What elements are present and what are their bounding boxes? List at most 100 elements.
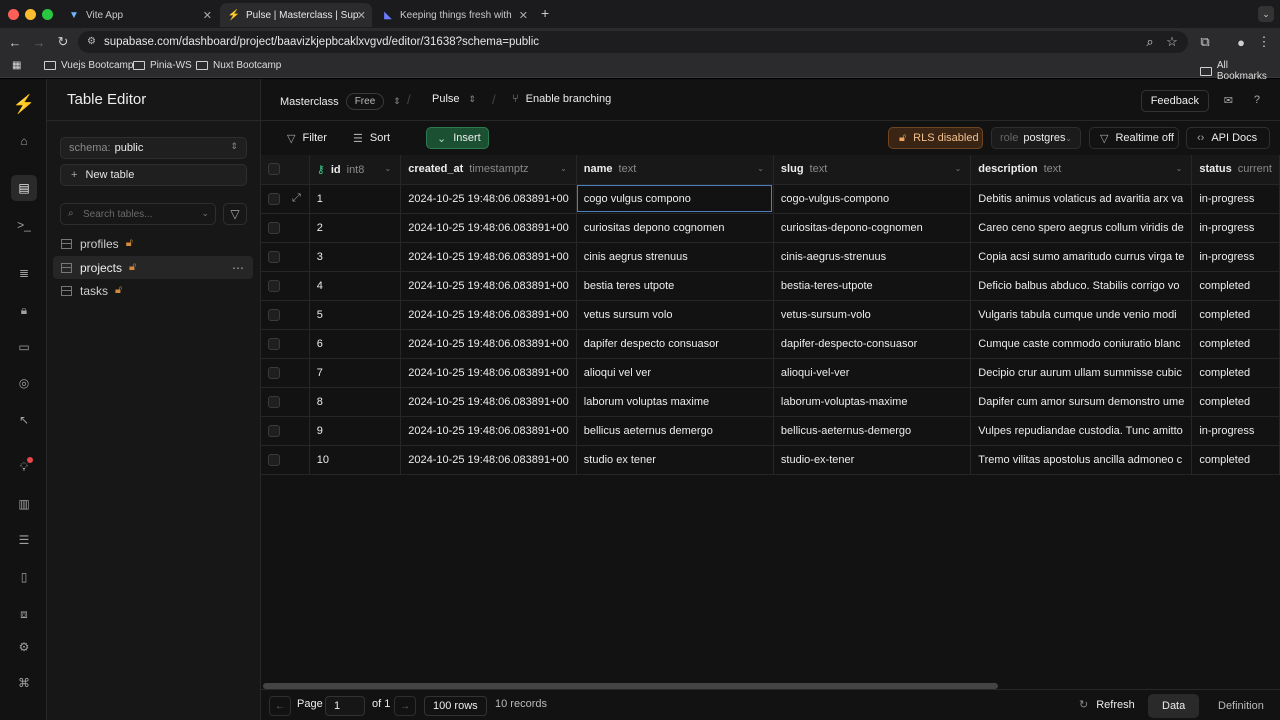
- bookmark-vuejs-bootcamp[interactable]: Vuejs Bootcamp: [44, 60, 133, 71]
- table-row[interactable]: 7 2024-10-25 19:48:06.083891+00 alioqui ve…: [261, 358, 1280, 388]
- table-row[interactable]: 6 2024-10-25 19:48:06.083891+00 dapifer de…: [261, 329, 1280, 359]
- grid-cell-id[interactable]: 8: [309, 387, 402, 417]
- grid-cell-status[interactable]: in-progress: [1191, 213, 1280, 243]
- grid-cell-status[interactable]: completed: [1191, 387, 1280, 417]
- grid-cell-status[interactable]: completed: [1191, 271, 1280, 301]
- column-header-created-at[interactable]: created_at timestamptz ⌄: [400, 155, 577, 185]
- grid-cell-description[interactable]: Decipio crur aurum ullam summisse cubic: [970, 358, 1193, 388]
- grid-cell-status[interactable]: in-progress: [1191, 242, 1280, 272]
- new-tab-plus-icon[interactable]: +: [541, 5, 549, 21]
- column-header-description[interactable]: description text ⌄: [970, 155, 1193, 185]
- close-icon[interactable]: ✕: [357, 9, 366, 22]
- grid-cell-created-at[interactable]: 2024-10-25 19:48:06.083891+00: [400, 213, 577, 243]
- close-window-button[interactable]: [8, 9, 19, 20]
- column-header-name[interactable]: name text ⌄: [576, 155, 774, 185]
- column-header-id[interactable]: ⚷ id int8 ⌄: [309, 155, 402, 185]
- row-checkbox[interactable]: [268, 279, 280, 292]
- address-bar[interactable]: ⚙ supabase.com/dashboard/project/baavizk…: [78, 31, 1188, 53]
- realtime-icon[interactable]: ◎: [11, 370, 37, 396]
- close-icon[interactable]: ✕: [519, 9, 528, 22]
- grid-cell-description[interactable]: Debitis animus volaticus ad avaritia arx…: [970, 184, 1193, 214]
- grid-cell-status[interactable]: completed: [1191, 329, 1280, 359]
- next-page-button[interactable]: →: [394, 696, 416, 716]
- chevron-down-icon[interactable]: ⌄: [757, 164, 764, 173]
- row-checkbox[interactable]: [268, 395, 280, 408]
- api-docs-file-icon[interactable]: ▯: [11, 564, 37, 590]
- grid-cell-status[interactable]: completed: [1191, 300, 1280, 330]
- apps-grid-icon[interactable]: ▦: [12, 60, 21, 71]
- column-header-slug[interactable]: slug text ⌄: [773, 155, 972, 185]
- grid-cell-id[interactable]: 2: [309, 213, 402, 243]
- grid-cell-created-at[interactable]: 2024-10-25 19:48:06.083891+00: [400, 242, 577, 272]
- grid-cell-slug[interactable]: vetus-sursum-volo: [773, 300, 972, 330]
- row-checkbox[interactable]: [268, 192, 280, 205]
- home-icon[interactable]: ⌂: [11, 128, 37, 154]
- table-row[interactable]: ⤢ 1 2024-10-25 19:48:06.083891+00 cogo vulg…: [261, 184, 1280, 214]
- forward-arrow-icon[interactable]: →: [31, 34, 47, 50]
- grid-cell-slug[interactable]: laborum-voluptas-maxime: [773, 387, 972, 417]
- grid-cell-status[interactable]: completed: [1191, 358, 1280, 388]
- grid-cell-created-at[interactable]: 2024-10-25 19:48:06.083891+00: [400, 416, 577, 446]
- browser-tab-supabase[interactable]: ⚡ Pulse | Masterclass | Supabase ✕: [220, 3, 372, 27]
- api-docs-button[interactable]: ‹› API Docs: [1186, 127, 1270, 149]
- table-row[interactable]: 8 2024-10-25 19:48:06.083891+00 laborum vo…: [261, 387, 1280, 417]
- sql-editor-icon[interactable]: >_: [11, 212, 37, 238]
- grid-cell-created-at[interactable]: 2024-10-25 19:48:06.083891+00: [400, 329, 577, 359]
- grid-cell-slug[interactable]: studio-ex-tener: [773, 445, 972, 475]
- grid-cell-description[interactable]: Copia acsi sumo amaritudo currus virga t…: [970, 242, 1193, 272]
- row-checkbox[interactable]: [268, 308, 280, 321]
- grid-cell-name[interactable]: dapifer despecto consuasor: [576, 329, 774, 359]
- reload-icon[interactable]: ↻: [55, 34, 71, 50]
- schema-select[interactable]: schema: public ⇕: [60, 137, 247, 159]
- sort-button[interactable]: ☰ Sort: [353, 127, 390, 149]
- grid-cell-id[interactable]: 6: [309, 329, 402, 359]
- chevron-down-icon[interactable]: ⌄: [560, 164, 567, 173]
- grid-cell-name[interactable]: laborum voluptas maxime: [576, 387, 774, 417]
- project-switcher[interactable]: Pulse ⇕: [432, 93, 476, 105]
- bookmark-star-icon[interactable]: ☆: [1164, 34, 1180, 50]
- row-checkbox[interactable]: [268, 250, 280, 263]
- grid-cell-name[interactable]: alioqui vel ver: [576, 358, 774, 388]
- grid-cell-created-at[interactable]: 2024-10-25 19:48:06.083891+00: [400, 271, 577, 301]
- table-row[interactable]: 4 2024-10-25 19:48:06.083891+00 bestia ter…: [261, 271, 1280, 301]
- database-icon[interactable]: ≣: [11, 260, 37, 286]
- grid-cell-created-at[interactable]: 2024-10-25 19:48:06.083891+00: [400, 445, 577, 475]
- grid-cell-description[interactable]: Careo ceno spero aegrus collum viridis d…: [970, 213, 1193, 243]
- back-arrow-icon[interactable]: ←: [7, 34, 23, 50]
- help-icon[interactable]: ?: [1254, 94, 1260, 106]
- row-checkbox[interactable]: [268, 424, 280, 437]
- grid-cell-description[interactable]: Vulpes repudiandae custodia. Tunc amitto: [970, 416, 1193, 446]
- tab-definition[interactable]: Definition: [1204, 694, 1278, 718]
- command-icon[interactable]: ⌘: [11, 670, 37, 696]
- chevron-down-icon[interactable]: ⌄: [385, 164, 392, 173]
- site-info-icon[interactable]: ⚙: [87, 36, 96, 47]
- grid-cell-id[interactable]: 1: [309, 184, 402, 214]
- minimize-window-button[interactable]: [25, 9, 36, 20]
- logs-list-icon[interactable]: ☰: [11, 527, 37, 553]
- auth-lock-icon[interactable]: 🔒︎: [11, 297, 37, 323]
- edge-functions-icon[interactable]: ↖: [11, 407, 37, 433]
- org-switcher[interactable]: Masterclass Free ⇕: [280, 93, 401, 110]
- expand-row-icon[interactable]: ⤢: [292, 192, 301, 205]
- grid-cell-slug[interactable]: curiositas-depono-cognomen: [773, 213, 972, 243]
- grid-cell-created-at[interactable]: 2024-10-25 19:48:06.083891+00: [400, 358, 577, 388]
- enable-branching-button[interactable]: ⑂ Enable branching: [512, 93, 611, 105]
- reports-chart-icon[interactable]: ▥: [11, 491, 37, 517]
- grid-cell-slug[interactable]: cinis-aegrus-strenuus: [773, 242, 972, 272]
- table-row[interactable]: 5 2024-10-25 19:48:06.083891+00 vetus surs…: [261, 300, 1280, 330]
- table-row[interactable]: 10 2024-10-25 19:48:06.083891+00 studio ex…: [261, 445, 1280, 475]
- profile-icon[interactable]: ●: [1233, 34, 1249, 50]
- filter-button[interactable]: ▽ Filter: [287, 127, 327, 149]
- grid-cell-name[interactable]: bellicus aeternus demergo: [576, 416, 774, 446]
- grid-cell-name[interactable]: curiositas depono cognomen: [576, 213, 774, 243]
- table-row[interactable]: 3 2024-10-25 19:48:06.083891+00 cinis aegr…: [261, 242, 1280, 272]
- search-tables-input[interactable]: ⌕ Search tables... ⌄: [60, 203, 216, 225]
- storage-icon[interactable]: ▭: [11, 334, 37, 360]
- table-row[interactable]: 9 2024-10-25 19:48:06.083891+00 bellicus a…: [261, 416, 1280, 446]
- extensions-icon[interactable]: ⧉: [1197, 34, 1213, 50]
- grid-cell-id[interactable]: 4: [309, 271, 402, 301]
- new-table-button[interactable]: + New table: [60, 164, 247, 186]
- maximize-window-button[interactable]: [42, 9, 53, 20]
- browser-tab-blog[interactable]: ◣ Keeping things fresh with sta ✕: [374, 3, 534, 27]
- grid-cell-description[interactable]: Cumque caste commodo coniuratio blanc: [970, 329, 1193, 359]
